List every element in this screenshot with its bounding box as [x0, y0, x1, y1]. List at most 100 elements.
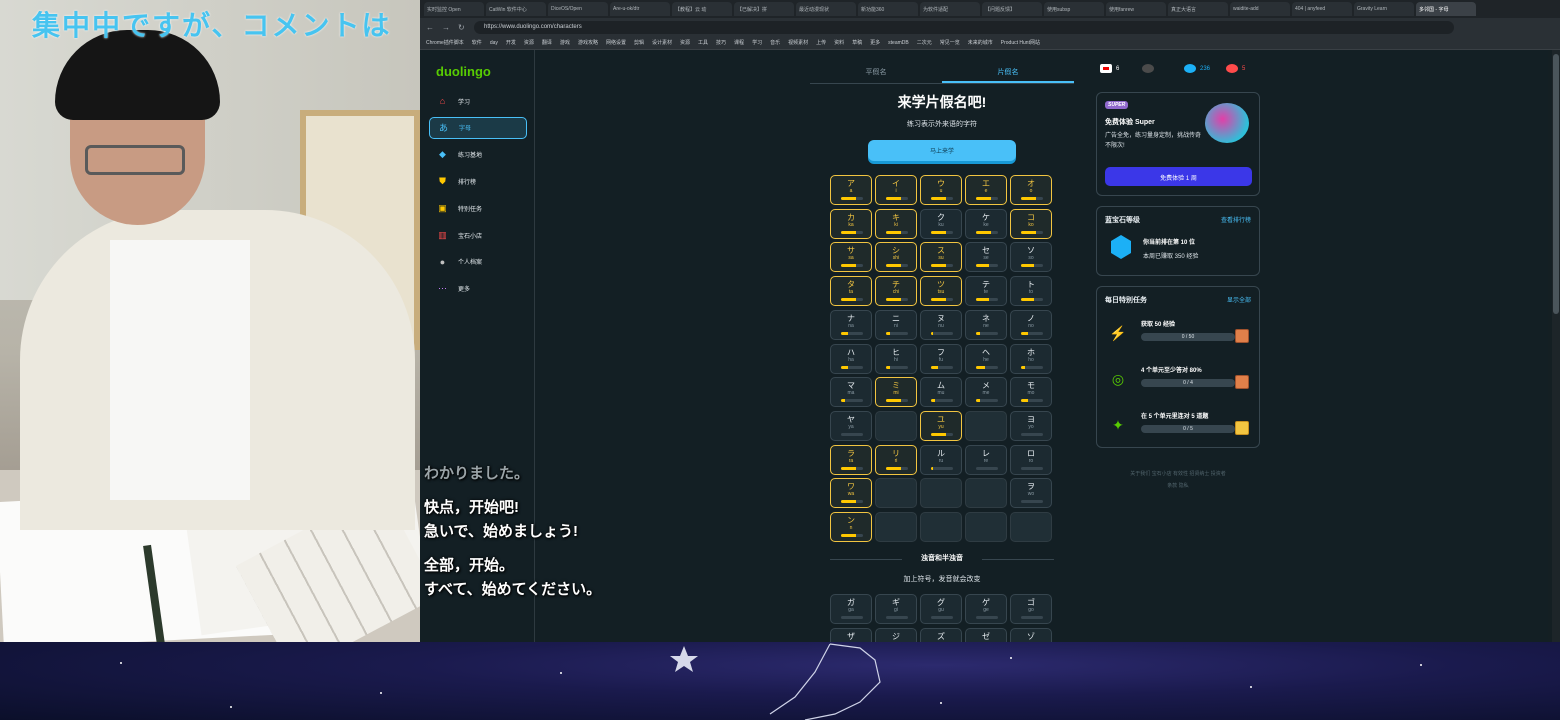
- gems-stat[interactable]: 236: [1184, 64, 1218, 73]
- sidebar-item[interactable]: あ 字母: [429, 116, 527, 139]
- kana-cell[interactable]: ラ ra: [830, 444, 872, 475]
- kana-cell[interactable]: アa: [830, 175, 872, 205]
- browser-tab[interactable]: CatWin 软件中心: [486, 2, 546, 16]
- kana-cell[interactable]: ヲ wo: [1010, 478, 1052, 509]
- bookmark-item[interactable]: 学习: [752, 39, 762, 46]
- kana-cell[interactable]: ヘ he: [965, 343, 1007, 374]
- hearts-stat[interactable]: 5: [1226, 64, 1260, 73]
- kana-cell[interactable]: グ gu: [920, 594, 962, 624]
- kana-cell[interactable]: セ se: [965, 242, 1007, 273]
- kana-cell[interactable]: ケ ke: [965, 208, 1007, 239]
- kana-cell[interactable]: シ shi: [875, 242, 917, 273]
- browser-tab[interactable]: 【问题反馈】: [982, 2, 1042, 16]
- bookmark-item[interactable]: 网络设置: [606, 39, 626, 46]
- browser-tab[interactable]: 最近动漫现状: [796, 2, 856, 16]
- kana-cell[interactable]: ズ: [920, 627, 962, 642]
- kana-cell[interactable]: ジ: [875, 627, 917, 642]
- kana-cell[interactable]: ロ ro: [1010, 444, 1052, 475]
- bookmark-item[interactable]: Product Hunt网站: [1001, 39, 1040, 46]
- streak-stat[interactable]: [1142, 64, 1176, 73]
- duolingo-logo[interactable]: duolingo: [436, 64, 491, 79]
- kana-cell[interactable]: レ re: [965, 444, 1007, 475]
- kana-cell[interactable]: ゾ: [1010, 627, 1052, 642]
- kana-cell[interactable]: イi: [875, 175, 917, 205]
- kana-cell[interactable]: チ chi: [875, 276, 917, 307]
- kana-cell[interactable]: ンn: [830, 512, 872, 542]
- tab-katakana[interactable]: 片假名: [942, 60, 1074, 83]
- kana-cell[interactable]: ハ ha: [830, 343, 872, 374]
- kana-cell[interactable]: ニ ni: [875, 309, 917, 340]
- back-icon[interactable]: ←: [426, 23, 436, 32]
- browser-tab[interactable]: 使用subsp: [1044, 2, 1104, 16]
- footer-line[interactable]: 关于我们 宝石小店 有效性 招贤纳士 投资者: [1096, 468, 1260, 480]
- kana-cell[interactable]: ソ so: [1010, 242, 1052, 273]
- bookmark-item[interactable]: 开发: [506, 39, 516, 46]
- bookmark-item[interactable]: 资源: [524, 39, 534, 46]
- kana-cell[interactable]: ミ mi: [875, 377, 917, 408]
- bookmark-item[interactable]: 软件: [472, 39, 482, 46]
- bookmark-item[interactable]: 更多: [870, 39, 880, 46]
- sidebar-item[interactable]: ● 个人档案: [429, 251, 527, 273]
- bookmark-item[interactable]: 常见一览: [940, 39, 960, 46]
- sidebar-item[interactable]: ▥ 宝石小店: [429, 224, 527, 246]
- bookmark-item[interactable]: 游戏攻略: [578, 39, 598, 46]
- kana-cell[interactable]: ノ no: [1010, 309, 1052, 340]
- tab-hiragana[interactable]: 平假名: [810, 60, 942, 83]
- kana-cell[interactable]: ガ ga: [830, 594, 872, 624]
- bookmark-item[interactable]: 二次元: [917, 39, 932, 46]
- kana-cell[interactable]: ホ ho: [1010, 343, 1052, 374]
- browser-tab[interactable]: waidite-add: [1230, 2, 1290, 16]
- bookmark-item[interactable]: 设计素材: [652, 39, 672, 46]
- kana-cell[interactable]: ゴ go: [1010, 594, 1052, 624]
- kana-cell[interactable]: オo: [1010, 175, 1052, 205]
- kana-cell[interactable]: エe: [965, 175, 1007, 205]
- bookmark-item[interactable]: 游戏: [560, 39, 570, 46]
- browser-tab[interactable]: 多邻国 - 字母: [1416, 2, 1476, 16]
- bookmark-item[interactable]: 技巧: [716, 39, 726, 46]
- kana-cell[interactable]: ゲ ge: [965, 594, 1007, 624]
- kana-cell[interactable]: ル ru: [920, 444, 962, 475]
- sidebar-item[interactable]: ⛊ 排行榜: [429, 170, 527, 192]
- kana-cell[interactable]: ヒ hi: [875, 343, 917, 374]
- kana-cell[interactable]: ギ gi: [875, 594, 917, 624]
- browser-tab[interactable]: Are-u-ok/dtr: [610, 2, 670, 16]
- kana-cell[interactable]: タ ta: [830, 276, 872, 307]
- bookmark-item[interactable]: 剪辑: [634, 39, 644, 46]
- kana-cell[interactable]: ザ: [830, 627, 872, 642]
- kana-cell[interactable]: ム mu: [920, 377, 962, 408]
- bookmark-item[interactable]: 翻译: [542, 39, 552, 46]
- kana-cell[interactable]: ト to: [1010, 276, 1052, 307]
- kana-cell[interactable]: ク ku: [920, 208, 962, 239]
- bookmark-item[interactable]: 视频素材: [788, 39, 808, 46]
- browser-tab[interactable]: 【教程】云 动: [672, 2, 732, 16]
- browser-tab[interactable]: 404 | anyfeed: [1292, 2, 1352, 16]
- bookmark-item[interactable]: 未来的城市: [968, 39, 993, 46]
- kana-cell[interactable]: ヌ nu: [920, 309, 962, 340]
- learn-button[interactable]: 马上来学: [868, 140, 1016, 161]
- browser-tab[interactable]: Gravity Learn: [1354, 2, 1414, 16]
- kana-cell[interactable]: ナ na: [830, 309, 872, 340]
- scrollbar[interactable]: [1552, 50, 1560, 642]
- browser-tab[interactable]: 使用fanrew: [1106, 2, 1166, 16]
- kana-cell[interactable]: フ fu: [920, 343, 962, 374]
- kana-cell[interactable]: ヤ ya: [830, 410, 872, 441]
- browser-tab[interactable]: DiceOS/Open: [548, 2, 608, 16]
- bookmark-item[interactable]: 上传: [816, 39, 826, 46]
- kana-cell[interactable]: ネ ne: [965, 309, 1007, 340]
- kana-cell[interactable]: ゼ: [965, 627, 1007, 642]
- kana-cell[interactable]: ユ yu: [920, 410, 962, 441]
- super-trial-button[interactable]: 免费体验 1 周: [1105, 167, 1252, 186]
- bookmark-item[interactable]: 资料: [834, 39, 844, 46]
- sidebar-item[interactable]: ◆ 练习基地: [429, 144, 527, 166]
- bookmark-item[interactable]: 课程: [734, 39, 744, 46]
- kana-cell[interactable]: カ ka: [830, 208, 872, 239]
- course-flag[interactable]: 6: [1100, 64, 1134, 73]
- bookmark-item[interactable]: steamDB: [888, 40, 909, 46]
- sidebar-item[interactable]: ⋯ 更多: [429, 278, 527, 300]
- kana-cell[interactable]: ヨ yo: [1010, 410, 1052, 441]
- bookmark-item[interactable]: 音乐: [770, 39, 780, 46]
- kana-cell[interactable]: マ ma: [830, 377, 872, 408]
- browser-tab[interactable]: 新功能360: [858, 2, 918, 16]
- kana-cell[interactable]: ウu: [920, 175, 962, 205]
- forward-icon[interactable]: →: [442, 23, 452, 32]
